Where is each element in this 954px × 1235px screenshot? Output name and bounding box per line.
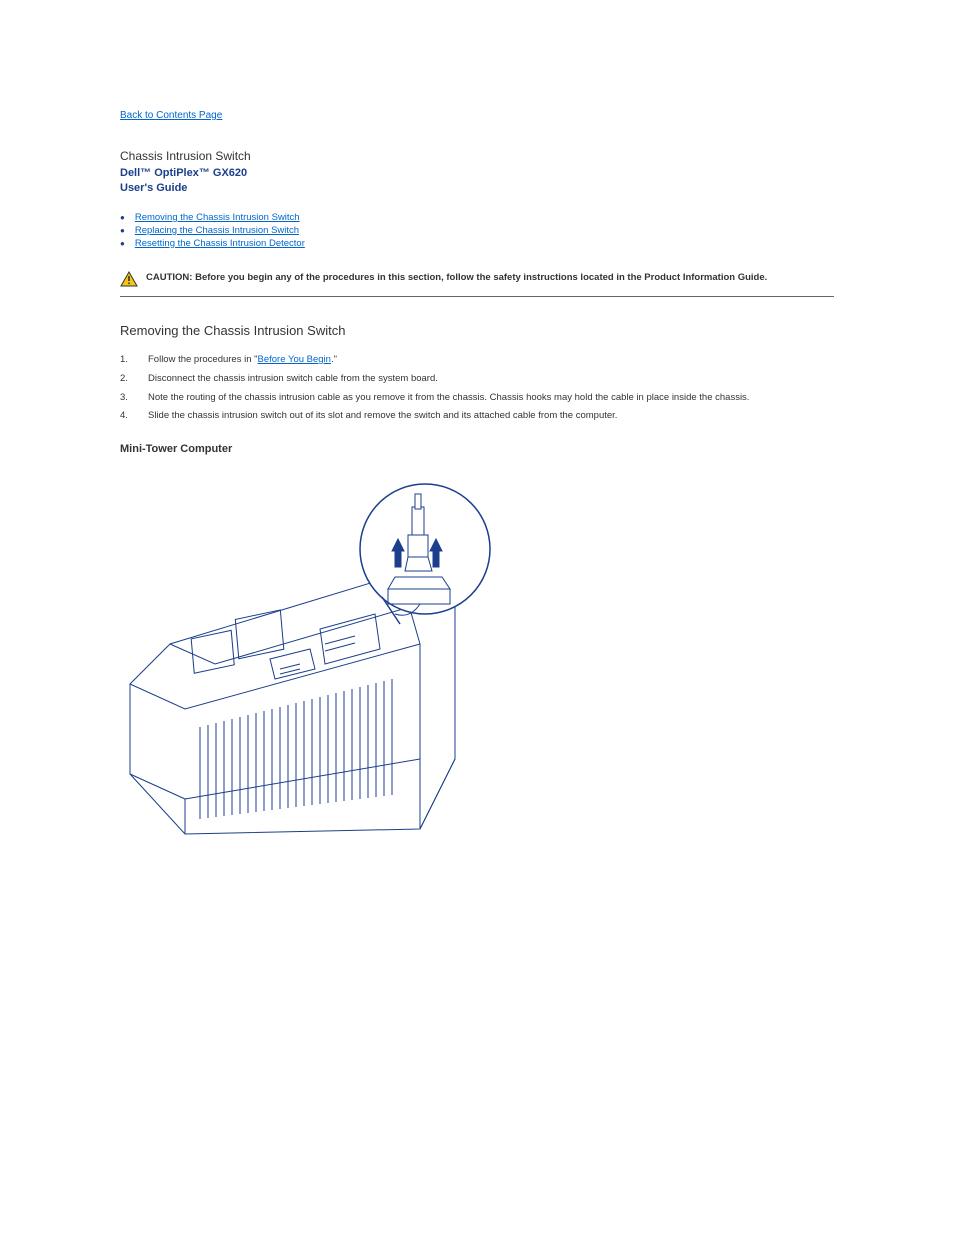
- step-number: 4.: [120, 410, 148, 423]
- step-number: 3.: [120, 392, 148, 405]
- caution-body: Before you begin any of the procedures i…: [195, 272, 767, 283]
- toc-list: ● Removing the Chassis Intrusion Switch …: [120, 212, 834, 249]
- step-text: Disconnect the chassis intrusion switch …: [148, 373, 438, 386]
- bullet-icon: ●: [120, 213, 125, 222]
- page-title: Chassis Intrusion Switch: [120, 149, 834, 163]
- toc-link-resetting[interactable]: Resetting the Chassis Intrusion Detector: [135, 238, 305, 249]
- back-to-contents-link[interactable]: Back to Contents Page: [120, 110, 222, 121]
- step-text-after: .": [331, 354, 337, 365]
- step-text: Slide the chassis intrusion switch out o…: [148, 410, 617, 423]
- caution-triangle-icon: [120, 271, 138, 290]
- toc-item: ● Resetting the Chassis Intrusion Detect…: [120, 238, 834, 249]
- step-text-body: Note the routing of the chassis intrusio…: [148, 392, 749, 403]
- step-number: 2.: [120, 373, 148, 386]
- step-number: 1.: [120, 354, 148, 367]
- before-you-begin-link[interactable]: Before You Begin: [258, 354, 331, 365]
- bullet-icon: ●: [120, 226, 125, 235]
- toc-link-replacing[interactable]: Replacing the Chassis Intrusion Switch: [135, 225, 299, 236]
- bullet-icon: ●: [120, 239, 125, 248]
- caution-block: CAUTION: Before you begin any of the pro…: [120, 269, 834, 297]
- section-header-removing: Removing the Chassis Intrusion Switch: [120, 323, 834, 338]
- step-item: 4. Slide the chassis intrusion switch ou…: [120, 410, 834, 423]
- step-item: 3. Note the routing of the chassis intru…: [120, 392, 834, 405]
- step-item: 1. Follow the procedures in "Before You …: [120, 354, 834, 367]
- computer-chassis-figure: [120, 469, 510, 854]
- caution-prefix: CAUTION:: [146, 272, 192, 283]
- subsection-header-mini-tower: Mini-Tower Computer: [120, 443, 834, 455]
- toc-link-removing[interactable]: Removing the Chassis Intrusion Switch: [135, 212, 300, 223]
- steps-list: 1. Follow the procedures in "Before You …: [120, 354, 834, 423]
- step-text: Follow the procedures in "Before You Beg…: [148, 354, 337, 367]
- toc-item: ● Replacing the Chassis Intrusion Switch: [120, 225, 834, 236]
- step-text-before: Follow the procedures in ": [148, 354, 258, 365]
- subtitle-line-1: Dell™ OptiPlex™ GX620: [120, 167, 834, 179]
- subtitle-line-2: User's Guide: [120, 182, 834, 194]
- caution-text: CAUTION: Before you begin any of the pro…: [146, 269, 767, 284]
- toc-item: ● Removing the Chassis Intrusion Switch: [120, 212, 834, 223]
- step-item: 2. Disconnect the chassis intrusion swit…: [120, 373, 834, 386]
- step-text: Note the routing of the chassis intrusio…: [148, 392, 749, 405]
